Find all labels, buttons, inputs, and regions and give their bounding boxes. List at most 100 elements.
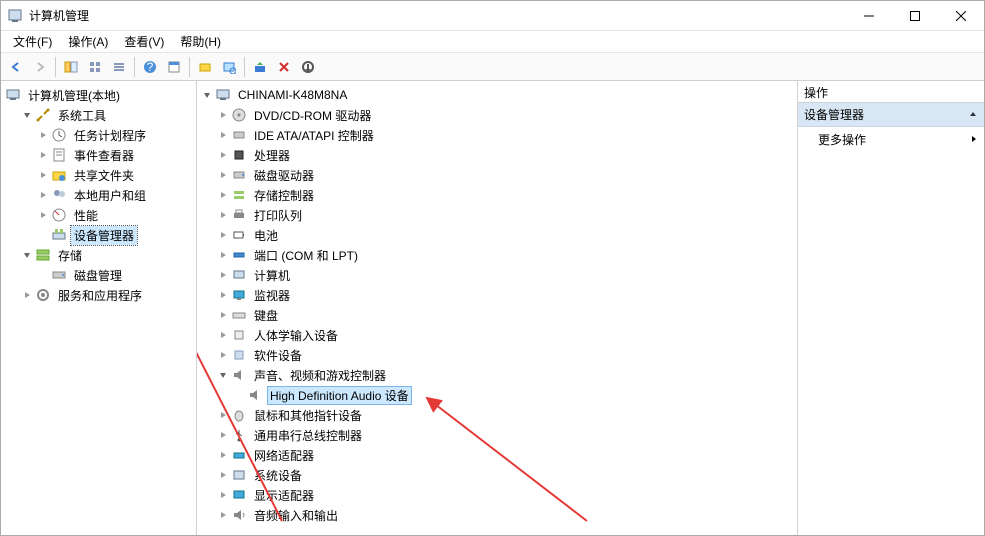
chevron-down-icon[interactable] [21, 249, 33, 261]
devnode-dvd[interactable]: DVD/CD-ROM 驱动器 [199, 105, 795, 125]
minimize-button[interactable] [846, 1, 892, 31]
chevron-right-icon[interactable] [217, 269, 229, 281]
chevron-right-icon[interactable] [217, 429, 229, 441]
chevron-right-icon[interactable] [37, 189, 49, 201]
chevron-right-icon[interactable] [37, 149, 49, 161]
tree-event-viewer[interactable]: 事件查看器 [3, 145, 194, 165]
menu-help[interactable]: 帮助(H) [172, 31, 229, 52]
devnode-mice[interactable]: 鼠标和其他指针设备 [199, 405, 795, 425]
tree-system-tools[interactable]: 系统工具 [3, 105, 194, 125]
tree-storage[interactable]: 存储 [3, 245, 194, 265]
actions-section[interactable]: 设备管理器 [798, 103, 984, 127]
chevron-right-icon[interactable] [37, 209, 49, 221]
tree-performance[interactable]: 性能 [3, 205, 194, 225]
devnode-monitors[interactable]: 监视器 [199, 285, 795, 305]
devnode-sound[interactable]: 声音、视频和游戏控制器 [199, 365, 795, 385]
scan-hardware-button[interactable] [218, 56, 240, 78]
speaker-icon [247, 387, 263, 403]
speaker-icon [231, 367, 247, 383]
menu-file[interactable]: 文件(F) [5, 31, 60, 52]
devnode-display[interactable]: 显示适配器 [199, 485, 795, 505]
tree-local-users[interactable]: 本地用户和组 [3, 185, 194, 205]
chevron-right-icon[interactable] [217, 289, 229, 301]
devnode-audio-io[interactable]: 音频输入和输出 [199, 505, 795, 525]
devnode-storage-ctl[interactable]: 存储控制器 [199, 185, 795, 205]
chevron-right-icon[interactable] [37, 129, 49, 141]
computer-icon [215, 87, 231, 103]
chevron-down-icon[interactable] [201, 89, 213, 101]
chevron-right-icon[interactable] [217, 349, 229, 361]
menu-action[interactable]: 操作(A) [60, 31, 116, 52]
devnode-hda[interactable]: High Definition Audio 设备 [199, 385, 795, 405]
chevron-right-icon[interactable] [217, 229, 229, 241]
view-detail-button[interactable] [108, 56, 130, 78]
chevron-right-icon[interactable] [217, 409, 229, 421]
chevron-right-icon[interactable] [217, 169, 229, 181]
devnode-disk[interactable]: 磁盘驱动器 [199, 165, 795, 185]
chevron-right-icon[interactable] [217, 209, 229, 221]
devnode-cpu[interactable]: 处理器 [199, 145, 795, 165]
chevron-right-icon[interactable] [217, 149, 229, 161]
view-large-button[interactable] [84, 56, 106, 78]
management-tree[interactable]: 计算机管理(本地) 系统工具 任务计划程序 事件查看器 [1, 81, 196, 309]
keyboard-icon [231, 307, 247, 323]
log-icon [51, 147, 67, 163]
devnode-net[interactable]: 网络适配器 [199, 445, 795, 465]
device-tree[interactable]: CHINAMI-K48M8NA DVD/CD-ROM 驱动器 IDE ATA/A… [197, 81, 797, 529]
perf-icon [51, 207, 67, 223]
chevron-right-icon[interactable] [217, 469, 229, 481]
devnode-print[interactable]: 打印队列 [199, 205, 795, 225]
devnode-software[interactable]: 软件设备 [199, 345, 795, 365]
chevron-right-icon[interactable] [21, 289, 33, 301]
chevron-right-icon[interactable] [217, 329, 229, 341]
chevron-right-icon[interactable] [217, 109, 229, 121]
services-icon [35, 287, 51, 303]
window-title: 计算机管理 [29, 7, 89, 24]
tree-root[interactable]: 计算机管理(本地) [3, 85, 194, 105]
tree-task-scheduler[interactable]: 任务计划程序 [3, 125, 194, 145]
devnode-computers[interactable]: 计算机 [199, 265, 795, 285]
devnode-usb[interactable]: 通用串行总线控制器 [199, 425, 795, 445]
close-button[interactable] [938, 1, 984, 31]
tree-services-apps[interactable]: 服务和应用程序 [3, 285, 194, 305]
properties-button[interactable] [163, 56, 185, 78]
tree-shared-folders[interactable]: 共享文件夹 [3, 165, 194, 185]
update-driver-button[interactable] [249, 56, 271, 78]
chevron-right-icon[interactable] [217, 489, 229, 501]
back-button[interactable] [5, 56, 27, 78]
disable-button[interactable] [297, 56, 319, 78]
caret-right-icon [970, 133, 978, 147]
chevron-right-icon[interactable] [217, 449, 229, 461]
ide-icon [231, 127, 247, 143]
chevron-right-icon[interactable] [217, 249, 229, 261]
storage-icon [35, 247, 51, 263]
devnode-battery[interactable]: 电池 [199, 225, 795, 245]
devnode-ports[interactable]: 端口 (COM 和 LPT) [199, 245, 795, 265]
chevron-down-icon[interactable] [21, 109, 33, 121]
chevron-down-icon[interactable] [217, 369, 229, 381]
tree-disk-management[interactable]: 磁盘管理 [3, 265, 194, 285]
chevron-right-icon[interactable] [217, 509, 229, 521]
show-hide-tree-button[interactable] [60, 56, 82, 78]
help-button[interactable]: ? [139, 56, 161, 78]
port-icon [231, 247, 247, 263]
system-icon [231, 467, 247, 483]
menu-view[interactable]: 查看(V) [116, 31, 172, 52]
maximize-button[interactable] [892, 1, 938, 31]
tree-device-manager[interactable]: 设备管理器 [3, 225, 194, 245]
devnode-computer[interactable]: CHINAMI-K48M8NA [199, 85, 795, 105]
actions-more[interactable]: 更多操作 [798, 127, 984, 152]
tool-button[interactable] [194, 56, 216, 78]
chevron-right-icon[interactable] [37, 169, 49, 181]
devnode-system[interactable]: 系统设备 [199, 465, 795, 485]
uninstall-button[interactable] [273, 56, 295, 78]
actions-pane: 操作 设备管理器 更多操作 [798, 81, 984, 535]
devnode-ide[interactable]: IDE ATA/ATAPI 控制器 [199, 125, 795, 145]
devnode-keyboards[interactable]: 键盘 [199, 305, 795, 325]
chevron-right-icon[interactable] [217, 309, 229, 321]
cpu-icon [231, 147, 247, 163]
chevron-right-icon[interactable] [217, 189, 229, 201]
chevron-right-icon[interactable] [217, 129, 229, 141]
devnode-hid[interactable]: 人体学输入设备 [199, 325, 795, 345]
forward-button[interactable] [29, 56, 51, 78]
